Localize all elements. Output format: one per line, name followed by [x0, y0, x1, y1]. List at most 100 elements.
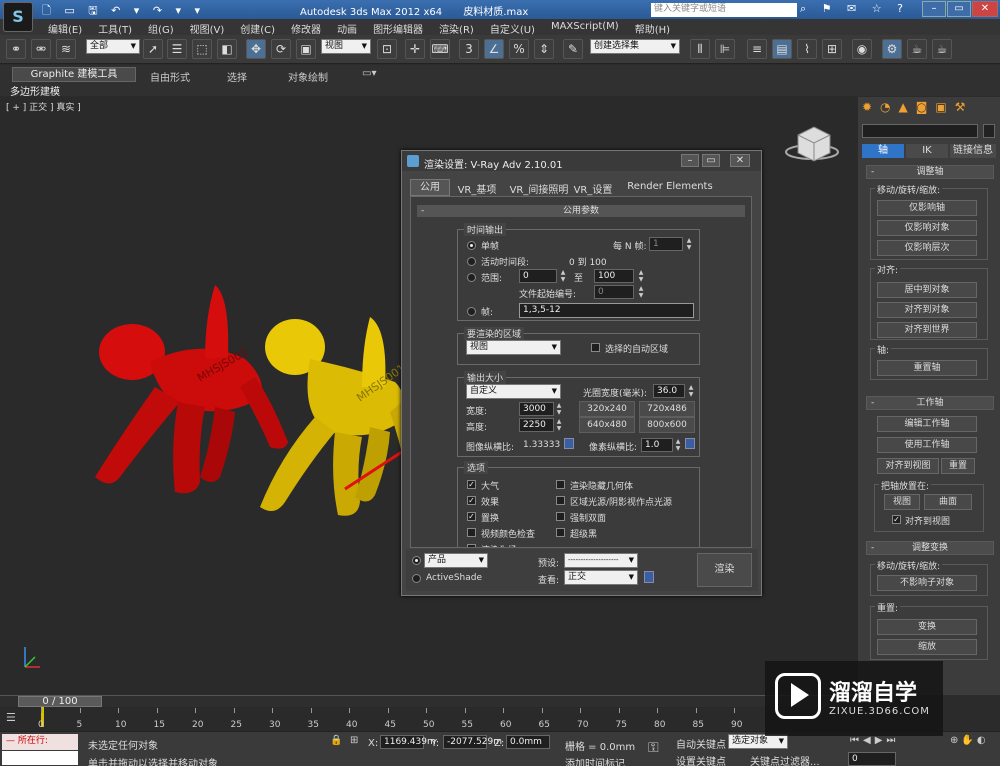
menu-item[interactable]: 组(G): [140, 21, 182, 36]
center-to-object-button[interactable]: 居中到对象: [877, 282, 977, 298]
adjust-pivot-rollout[interactable]: - 调整轴: [866, 165, 994, 179]
dialog-maximize-button[interactable]: ▭: [702, 154, 720, 167]
use-working-pivot-button[interactable]: 使用工作轴: [877, 437, 977, 453]
every-n-spinner[interactable]: ▲ ▼: [685, 237, 693, 251]
affect-pivot-only-button[interactable]: 仅影响轴: [877, 200, 977, 216]
preset-800x600-button[interactable]: 800x600: [639, 417, 695, 433]
tab-render-elements[interactable]: Render Elements: [620, 181, 720, 192]
edit-working-pivot-button[interactable]: 编辑工作轴: [877, 416, 977, 432]
minimize-button[interactable]: –: [922, 1, 946, 17]
unlink-icon[interactable]: ⚮: [31, 39, 51, 59]
activeshade-radio[interactable]: [412, 574, 421, 583]
adjust-transform-rollout[interactable]: - 调整变换: [866, 541, 994, 555]
absolute-mode-icon[interactable]: ⊞: [350, 735, 358, 746]
menu-item[interactable]: 编辑(E): [40, 21, 90, 36]
width-spinner[interactable]: ▲ ▼: [555, 402, 563, 416]
track-bar[interactable]: [0, 707, 760, 731]
pixel-aspect-spinner[interactable]: ▲ ▼: [674, 438, 682, 452]
menu-item[interactable]: 视图(V): [182, 21, 233, 36]
output-preset-dropdown[interactable]: 自定义: [466, 384, 561, 399]
active-time-radio[interactable]: [467, 257, 476, 266]
option-checkbox[interactable]: [556, 480, 565, 489]
rendered-frame-icon[interactable]: ☕: [907, 39, 927, 59]
option-checkbox[interactable]: ✓: [467, 480, 476, 489]
auto-key-button[interactable]: 自动关键点: [676, 736, 726, 751]
product-radio[interactable]: [412, 556, 421, 565]
file-start-spinner[interactable]: ▲ ▼: [637, 285, 645, 299]
menu-item[interactable]: 工具(T): [90, 21, 140, 36]
object-name-field[interactable]: [862, 124, 978, 138]
object-color-swatch[interactable]: [983, 124, 995, 138]
scale-icon[interactable]: ▣: [296, 39, 316, 59]
reference-coord-dropdown[interactable]: 视图: [321, 39, 371, 54]
maxscript-input[interactable]: [2, 751, 78, 765]
menu-item[interactable]: 修改器: [283, 21, 329, 36]
lock-pixel-aspect-icon[interactable]: [685, 438, 695, 449]
frames-radio[interactable]: [467, 307, 476, 316]
dont-affect-children-button[interactable]: 不影响子对象: [877, 575, 977, 591]
pixel-aspect-field[interactable]: 1.0: [641, 438, 673, 452]
time-slider[interactable]: 0 / 100: [0, 695, 856, 707]
ribbon-tab-selection[interactable]: 选择: [227, 69, 247, 84]
menu-item[interactable]: 渲染(R): [431, 21, 482, 36]
reset-scale-button[interactable]: 缩放: [877, 639, 977, 655]
dialog-minimize-button[interactable]: –: [681, 154, 699, 167]
select-object-icon[interactable]: ➚: [143, 39, 163, 59]
menu-item[interactable]: 创建(C): [232, 21, 283, 36]
close-button[interactable]: ✕: [972, 1, 998, 17]
schematic-view-icon[interactable]: ⊞: [822, 39, 842, 59]
link-icon[interactable]: ⚭: [6, 39, 26, 59]
option-checkbox[interactable]: [556, 512, 565, 521]
affect-hierarchy-only-button[interactable]: 仅影响层次: [877, 240, 977, 256]
menu-item[interactable]: 自定义(U): [482, 21, 543, 36]
move-icon[interactable]: ✥: [246, 39, 266, 59]
rotate-icon[interactable]: ⟳: [271, 39, 291, 59]
align-to-object-button[interactable]: 对齐到对象: [877, 302, 977, 318]
select-by-name-icon[interactable]: ☰: [167, 39, 187, 59]
range-from-spinner[interactable]: ▲ ▼: [559, 269, 567, 283]
pivot-center-icon[interactable]: ⊡: [377, 39, 397, 59]
dialog-titlebar[interactable]: 渲染设置: V-Ray Adv 2.10.01 – ▭ ✕: [402, 151, 761, 171]
playback-controls[interactable]: ⏮◀▶⏭: [850, 735, 899, 746]
ribbon-tab-object-paint[interactable]: 对象绘制: [288, 69, 328, 84]
preset-320x240-button[interactable]: 320x240: [579, 401, 635, 417]
tab-pivot[interactable]: 轴: [862, 144, 904, 158]
menu-item[interactable]: 图形编辑器: [365, 21, 431, 36]
preset-dropdown[interactable]: --------------------: [564, 553, 638, 568]
align-icon[interactable]: ⊫: [715, 39, 735, 59]
key-filters-button[interactable]: 关键点过滤器...: [750, 753, 820, 766]
frames-field[interactable]: 1,3,5-12: [519, 303, 694, 318]
y-coord-field[interactable]: -2077.529m: [443, 735, 502, 749]
edit-named-sel-icon[interactable]: ✎: [563, 39, 583, 59]
rect-region-icon[interactable]: ⬚: [192, 39, 212, 59]
current-frame-field[interactable]: 0: [848, 752, 896, 766]
tab-vr-settings[interactable]: VR_设置: [573, 181, 613, 196]
align-to-view-checkbox[interactable]: ✓: [892, 515, 901, 524]
key-icon[interactable]: ⚿: [648, 740, 659, 756]
angle-snap-icon[interactable]: ∠: [484, 39, 504, 59]
tab-common[interactable]: 公用: [410, 179, 450, 196]
auto-region-checkbox[interactable]: [591, 343, 600, 352]
working-pivot-reset-button[interactable]: 重置: [941, 458, 975, 474]
option-checkbox[interactable]: [556, 496, 565, 505]
lock-selection-icon[interactable]: 🔒: [330, 735, 342, 746]
dialog-close-button[interactable]: ✕: [730, 154, 750, 167]
bind-spacewarp-icon[interactable]: ≋: [56, 39, 76, 59]
range-to-spinner[interactable]: ▲ ▼: [637, 269, 645, 283]
working-pivot-rollout[interactable]: - 工作轴: [866, 396, 994, 410]
align-to-world-button[interactable]: 对齐到世界: [877, 322, 977, 338]
named-selection-dropdown[interactable]: 创建选择集: [590, 39, 680, 54]
app-logo-icon[interactable]: S: [3, 2, 33, 32]
option-checkbox[interactable]: [467, 528, 476, 537]
product-dropdown[interactable]: 产品: [424, 553, 488, 568]
render-production-icon[interactable]: ☕: [932, 39, 952, 59]
tab-vr-base[interactable]: VR_基项: [454, 181, 500, 196]
keyboard-shortcut-icon[interactable]: ⌨: [430, 39, 450, 59]
snap-toggle-icon[interactable]: 3: [459, 39, 479, 59]
align-to-view-button[interactable]: 对齐到视图: [877, 458, 939, 474]
maxscript-listener[interactable]: — 所在行:: [2, 734, 78, 750]
height-spinner[interactable]: ▲ ▼: [555, 418, 563, 432]
reset-transform-button[interactable]: 变换: [877, 619, 977, 635]
range-from-field[interactable]: 0: [519, 269, 557, 283]
file-start-field[interactable]: 0: [594, 285, 634, 299]
